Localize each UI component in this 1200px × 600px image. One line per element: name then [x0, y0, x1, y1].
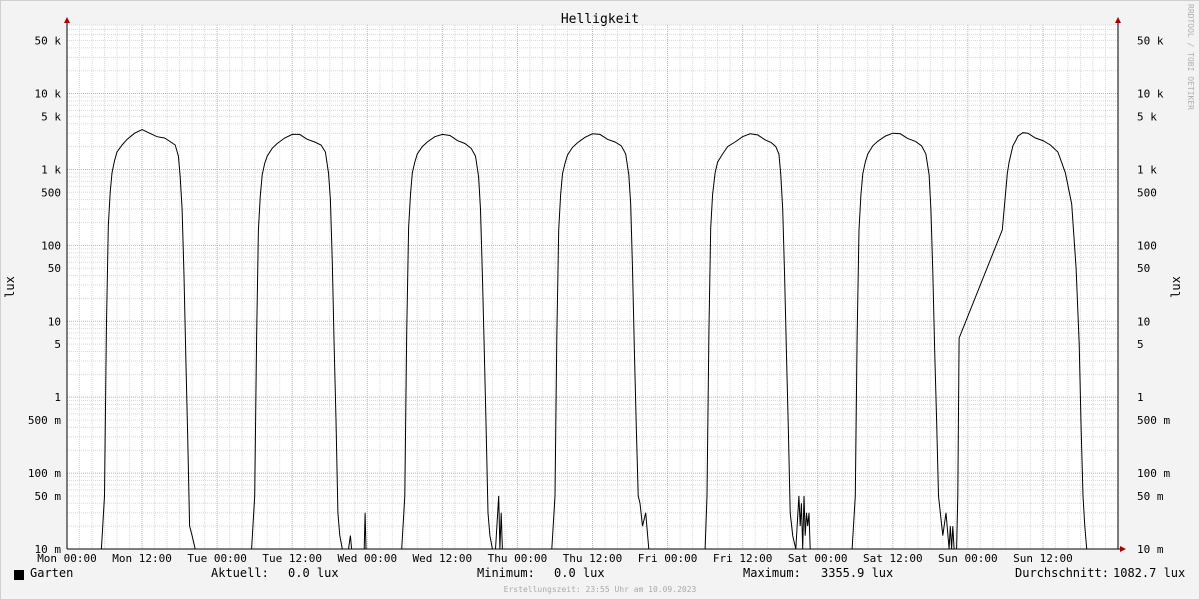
legend-series-name: Garten: [30, 566, 74, 580]
y-tick-label: 10 k: [35, 88, 62, 101]
x-tick-labels: Mon 00:00 Mon 12:00 Tue 00:00 Tue 12:00 Wed …: [37, 552, 1073, 565]
legend-current-label: Aktuell:: [211, 566, 269, 580]
legend-avg-label: Durchschnitt:: [1015, 566, 1109, 580]
y-tick-label: 5: [54, 338, 61, 351]
y-tick-labels-left: 50 k 10 k 5 k 1 k 500 100 50 10 5 1 500 m 100 m 50 m…: [28, 34, 61, 556]
y-tick-label: 10: [48, 315, 61, 328]
legend-max-value: 3355.9 lux: [821, 566, 894, 580]
y-tick-label: 50 m: [35, 490, 62, 503]
legend-min-value: 0.0 lux: [554, 566, 605, 580]
y-tick-label-right: 1 k: [1137, 163, 1157, 176]
x-tick-label: Fri 12:00: [713, 552, 773, 565]
x-tick-label: Sun 12:00: [1013, 552, 1073, 565]
chart-title: Helligkeit: [561, 12, 639, 27]
x-tick-label: Sat 12:00: [863, 552, 923, 565]
x-tick-label: Thu 00:00: [488, 552, 548, 565]
y-tick-label: 1 k: [41, 163, 61, 176]
y-tick-label-right: 500: [1137, 186, 1157, 199]
y-axis-label-left: lux: [3, 276, 17, 298]
creation-timestamp: Erstellungszeit: 23:55 Uhr am 10.09.2023: [503, 585, 697, 594]
y-axis-arrow-right: [1115, 17, 1121, 23]
x-tick-label: Tue 12:00: [262, 552, 322, 565]
legend-row: Garten Aktuell: 0.0 lux Minimum: 0.0 lux…: [0, 566, 1200, 584]
y-axis-label-right: lux: [1169, 276, 1183, 298]
legend-avg-value: 1082.7 lux: [1113, 566, 1186, 580]
y-tick-label-right: 50 m: [1137, 490, 1164, 503]
legend-current-value: 0.0 lux: [288, 566, 339, 580]
x-axis-arrow: [1120, 546, 1126, 552]
y-tick-label: 5 k: [41, 110, 61, 123]
y-tick-label: 100: [41, 239, 61, 252]
x-tick-label: Thu 12:00: [563, 552, 623, 565]
y-tick-labels-right: 50 k 10 k 5 k 1 k 500 100 50 10 5 1 500 m 100 m 50 m…: [1137, 34, 1170, 556]
x-tick-label: Mon 12:00: [112, 552, 172, 565]
y-tick-label-right: 5 k: [1137, 110, 1157, 123]
chart-svg: 50 k 10 k 5 k 1 k 500 100 50 10 5 1 500 m 100 m 50 m…: [3, 12, 1183, 565]
x-tick-label: Wed 00:00: [337, 552, 397, 565]
y-tick-label-right: 100: [1137, 239, 1157, 252]
x-tick-label: Fri 00:00: [638, 552, 698, 565]
y-tick-label-right: 5: [1137, 338, 1144, 351]
y-tick-label: 100 m: [28, 467, 61, 480]
y-tick-label-right: 10 m: [1137, 543, 1164, 556]
y-tick-label-right: 100 m: [1137, 467, 1170, 480]
y-tick-label: 500 m: [28, 414, 61, 427]
y-tick-label: 50 k: [35, 34, 62, 47]
rrdtool-watermark: RRDTOOL / TOBI OETIKER: [1186, 4, 1195, 110]
y-tick-label-right: 50 k: [1137, 34, 1164, 47]
legend-min-label: Minimum:: [477, 566, 535, 580]
y-tick-label-right: 10: [1137, 315, 1150, 328]
y-tick-label-right: 10 k: [1137, 88, 1164, 101]
x-tick-label: Tue 00:00: [187, 552, 247, 565]
x-tick-label: Wed 12:00: [413, 552, 473, 565]
y-tick-label-right: 500 m: [1137, 414, 1170, 427]
x-tick-label: Sun 00:00: [938, 552, 998, 565]
y-tick-label-right: 1: [1137, 391, 1144, 404]
y-tick-label: 1: [54, 391, 61, 404]
y-tick-label: 500: [41, 186, 61, 199]
y-tick-label: 50: [48, 262, 61, 275]
x-tick-label: Mon 00:00: [37, 552, 97, 565]
legend-max-label: Maximum:: [743, 566, 801, 580]
y-axis-arrow-left: [64, 17, 70, 23]
y-tick-label-right: 50: [1137, 262, 1150, 275]
x-tick-label: Sat 00:00: [788, 552, 848, 565]
